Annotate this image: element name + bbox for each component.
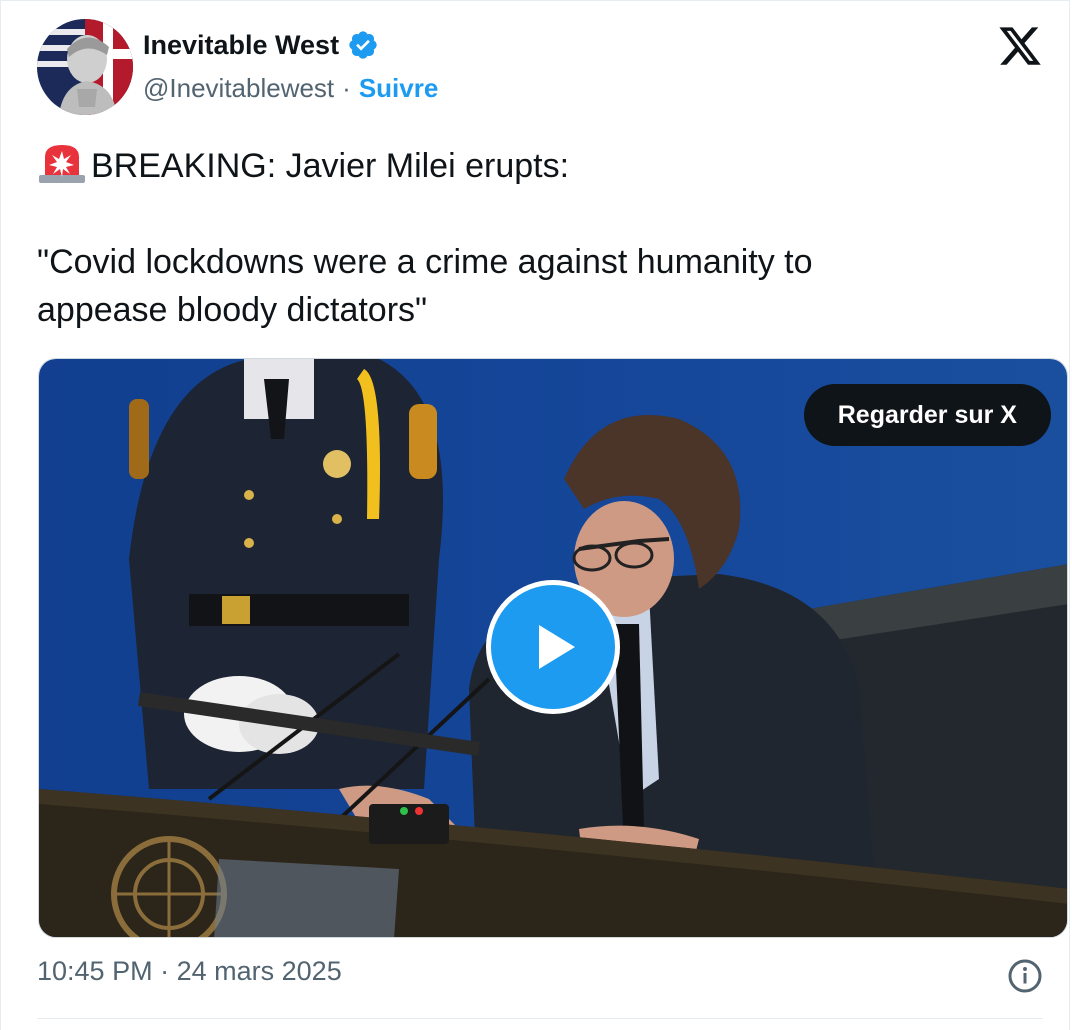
author-handle-row: @Inevitablewest · Suivre <box>143 73 438 104</box>
follow-button[interactable]: Suivre <box>359 73 439 104</box>
author-name[interactable]: Inevitable West <box>143 30 339 61</box>
tweet-timestamp[interactable]: 10:45 PM · 24 mars 2025 <box>37 956 342 987</box>
play-button[interactable] <box>486 580 620 714</box>
tweet-quote-line-2: appease bloody dictators" <box>37 291 428 329</box>
tweet-embed-card: Inevitable West @Inevitablewest · Suivre… <box>0 0 1070 1030</box>
x-logo-icon[interactable] <box>997 23 1043 69</box>
video-player[interactable]: Regarder sur X <box>38 358 1068 938</box>
tweet-headline: BREAKING: Javier Milei erupts: <box>91 147 570 185</box>
rotating-light-icon <box>39 145 85 183</box>
bottom-divider <box>37 1018 1043 1019</box>
tweet-time: 10:45 PM <box>37 956 153 986</box>
tweet-text: BREAKING: Javier Milei erupts: "Covid lo… <box>37 141 1037 334</box>
info-icon[interactable] <box>1007 958 1043 994</box>
tweet-line-headline: BREAKING: Javier Milei erupts: <box>37 141 1037 190</box>
play-icon <box>539 625 575 669</box>
tweet-date: 24 mars 2025 <box>176 956 342 986</box>
tweet-quote-line-1: "Covid lockdowns were a crime against hu… <box>37 243 813 281</box>
handle-separator: · <box>342 73 351 103</box>
verified-badge-icon <box>349 31 377 59</box>
author-handle[interactable]: @Inevitablewest <box>143 73 334 104</box>
watch-on-x-button[interactable]: Regarder sur X <box>803 384 1051 446</box>
avatar[interactable] <box>37 19 133 115</box>
timestamp-separator: · <box>160 956 170 986</box>
author-name-row: Inevitable West <box>143 29 379 61</box>
